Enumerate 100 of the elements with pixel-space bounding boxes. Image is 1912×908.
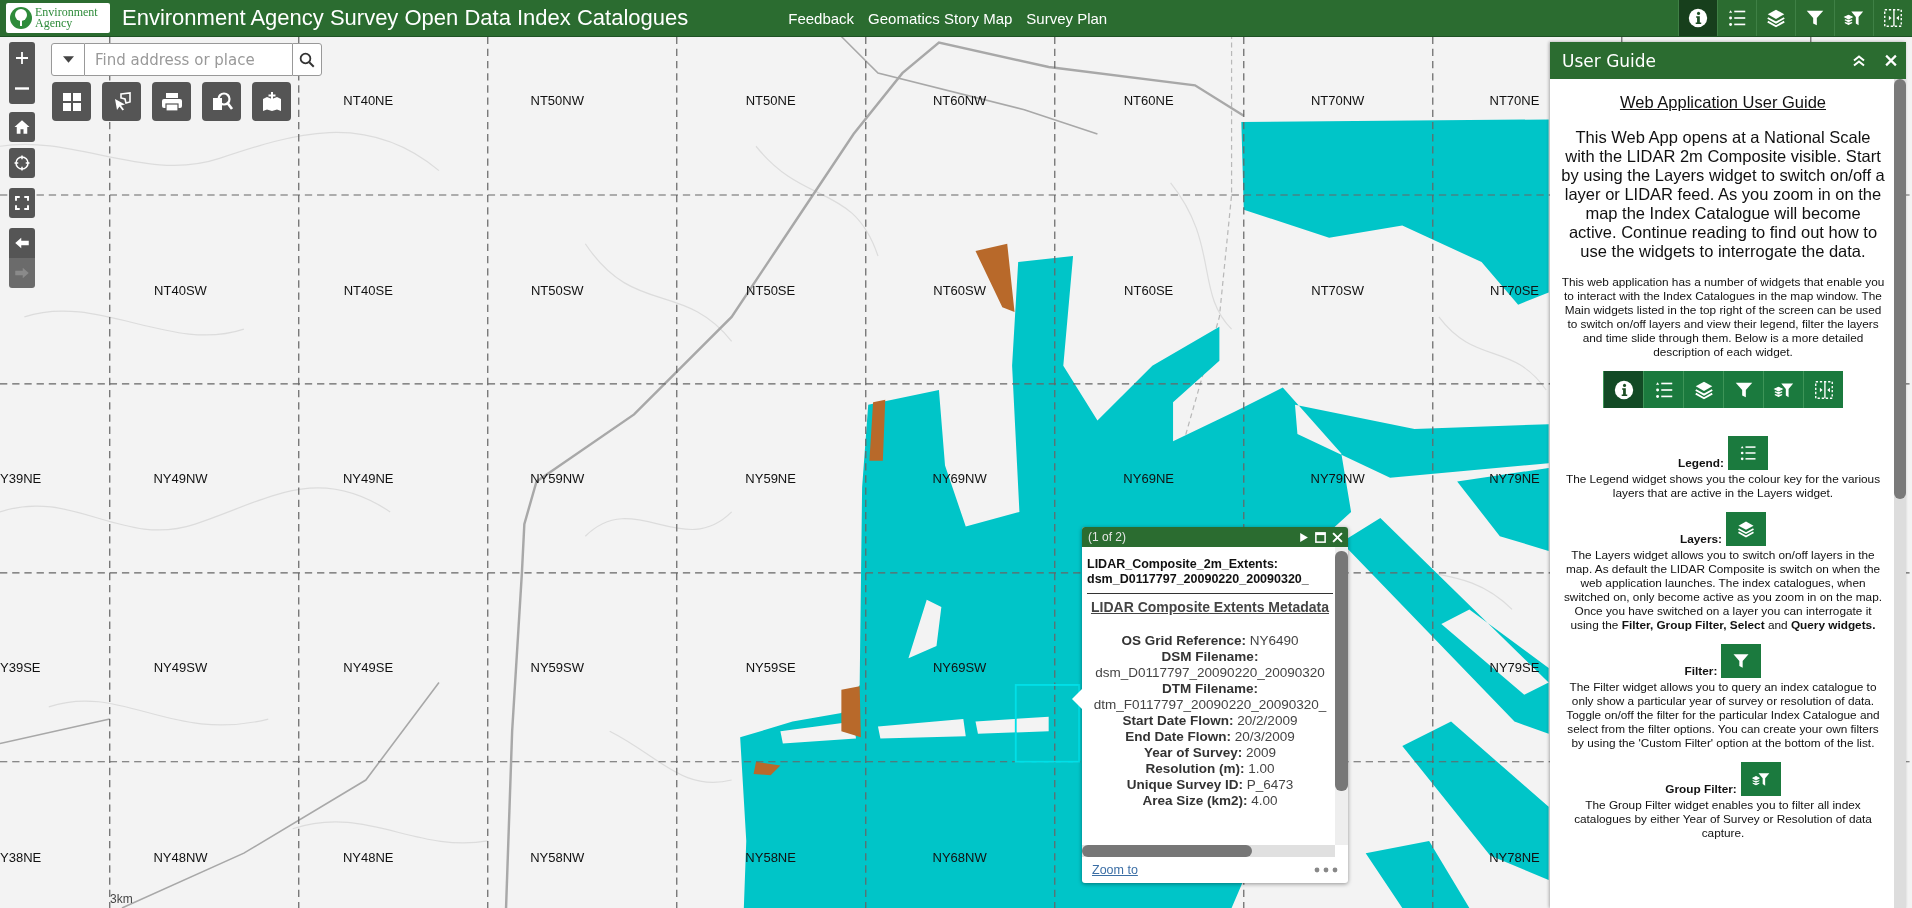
metadata-field: Resolution (m): 1.00	[1087, 761, 1333, 777]
next-button[interactable]	[1297, 530, 1310, 544]
search-input[interactable]: Find address or place	[85, 43, 292, 76]
scale-label: 3km	[110, 892, 133, 906]
metadata-field: OS Grid Reference: NY6490	[1087, 633, 1333, 649]
grid-reference-label: NT40SW	[154, 282, 207, 298]
grid-reference-label: NT40SE	[343, 282, 393, 298]
grid-reference-label: NT60SW	[933, 282, 986, 298]
split-panel-icon	[1812, 378, 1835, 401]
grid-reference-label: NT50SW	[530, 282, 584, 298]
back-button[interactable]	[9, 228, 35, 258]
fullscreen-button[interactable]	[9, 188, 35, 218]
pager-text: (1 of 2)	[1088, 530, 1126, 544]
header-link[interactable]: Survey Plan	[1026, 9, 1108, 27]
header-link[interactable]: Geomatics Story Map	[868, 9, 1013, 27]
double-chevron-up-icon	[1852, 54, 1866, 67]
widget-description: The Group Filter widget enables you to filter all index catalogues by either Year of Survey or Resolution of data capture.	[1573, 798, 1873, 840]
close-button[interactable]	[1331, 530, 1344, 544]
grid-reference-label: NY78NE	[1489, 849, 1540, 865]
grid-reference-label: NY59SE	[745, 659, 796, 675]
zoom-to-link[interactable]: Zoom to	[1092, 863, 1138, 877]
search-source-dropdown[interactable]	[51, 43, 85, 76]
section-title: LIDAR Composite Extents Metadata	[1089, 599, 1330, 615]
select-button[interactable]	[102, 82, 141, 121]
fullscreen-icon	[13, 194, 31, 212]
grid-reference-label: NY68NW	[932, 849, 987, 865]
panel-title: User Guide	[1562, 50, 1657, 71]
print-button[interactable]	[152, 82, 191, 121]
grid-reference-label: NY49NW	[153, 470, 208, 486]
add-data-button[interactable]	[252, 82, 291, 121]
grid-reference-label: NY59NE	[745, 470, 796, 486]
search-button[interactable]	[292, 43, 322, 76]
grid-reference-label: NT70NW	[1310, 92, 1365, 108]
close-button[interactable]	[1884, 54, 1898, 67]
widget-grid-button[interactable]	[52, 82, 91, 121]
metadata-field: DSM Filename: dsm_D0117797_20090220_20090320	[1087, 649, 1333, 681]
widget-label: Group Filter:	[1665, 782, 1737, 796]
header-link[interactable]: Feedback	[788, 9, 855, 27]
description-paragraph: This web application has a number of widgets that enable you to interact with the Index Catalogues in the map window. The Main widgets listed in the top right of the screen can be used to switch on/off layers and view their legend, filter the layers and time slide through them. Below is a more detailed description of each widget.	[1560, 275, 1886, 359]
info-icon	[1687, 7, 1709, 29]
grid-reference-label: Y38NE	[0, 849, 42, 865]
grid-reference-label: NY48NW	[153, 849, 208, 865]
grid-reference-label: NT70NE	[1489, 92, 1540, 108]
close-icon	[1332, 531, 1343, 543]
maximize-button[interactable]	[1314, 530, 1327, 544]
grid-reference-label: NY59NW	[530, 470, 585, 486]
grid-reference-label: NY59SW	[530, 659, 584, 675]
info-icon	[1612, 378, 1635, 401]
widget-button[interactable]	[1678, 0, 1717, 36]
grid-reference-label: NT40NE	[343, 92, 394, 108]
metadata-field: Start Date Flown: 20/2/2009	[1087, 713, 1333, 729]
widget-description: The Legend widget shows you the colour key for the various layers that are active in the Layers widget.	[1564, 472, 1882, 500]
search-icon	[298, 50, 316, 69]
zoom-out-button[interactable]	[9, 73, 35, 104]
grid-reference-label: NT50SE	[746, 282, 796, 298]
list-icon	[1726, 7, 1748, 29]
layers-icon	[1736, 519, 1756, 539]
logo: Environment Agency	[6, 3, 110, 33]
widget-description: The Layers widget allows you to switch on/off layers in the map. As default the LIDAR Composite is switch on when the web application launches. The index catalogues, when switched on, only become active as you zoom in on the map. Once you have switched on a layer you can interrogate it using the Filter, Group Filter, Select and Query widgets.	[1562, 548, 1883, 632]
grid-reference-label: Y39NE	[0, 470, 42, 486]
play-icon	[1298, 531, 1309, 543]
grid-reference-label: NT50NE	[745, 92, 796, 108]
intro-paragraph: This Web App opens at a National Scale with the LIDAR 2m Composite visible. Start by using the Layers widget to switch on/off a layer or LIDAR feed. As you zoom in on the map the Index Catalogue will become active. Continue reading to find out how to use the widgets to interrogate the data.	[1560, 128, 1886, 261]
grid-reference-label: NY49SW	[153, 659, 208, 675]
grid-reference-label: NY49SE	[343, 659, 394, 675]
grid-reference-label: NY58NW	[530, 849, 585, 865]
caret-icon	[62, 56, 74, 63]
locate-button[interactable]	[9, 148, 35, 178]
grid-reference-label: NT60NE	[1123, 92, 1174, 108]
crosshair-icon	[13, 154, 31, 172]
widget-label: Layers:	[1680, 532, 1722, 546]
home-button[interactable]	[9, 112, 35, 142]
grid-reference-label: NY48NE	[342, 849, 394, 865]
collapse-button[interactable]	[1852, 54, 1866, 67]
split-panel-icon	[1882, 7, 1904, 29]
grid-reference-label: NT60NW	[932, 92, 987, 108]
grid-reference-label: NY49NE	[342, 470, 394, 486]
metadata-field: End Date Flown: 20/3/2009	[1087, 729, 1333, 745]
metadata-field: DTM Filename: dtm_F0117797_20090220_20090320_	[1087, 681, 1333, 713]
grid-reference-label: NT50NW	[530, 92, 584, 108]
grid-reference-label: NY58NE	[745, 849, 796, 865]
widget-label: Filter:	[1684, 664, 1718, 678]
guide-heading: Web Application User Guide	[1618, 93, 1828, 112]
layers-icon	[1765, 7, 1787, 29]
more-options-icon[interactable]	[1314, 867, 1338, 873]
metadata-field: Area Size (km2): 4.00	[1087, 793, 1333, 809]
feature-title: LIDAR_Composite_2m_Extents: dsm_D0117797_20090220_20090320_	[1087, 557, 1310, 587]
grid-reference-label: NT70SW	[1311, 282, 1364, 298]
widget-label: Legend:	[1678, 456, 1724, 470]
zoom-in-button[interactable]	[9, 42, 35, 73]
grid-reference-label: NY69SW	[932, 659, 987, 675]
home-icon	[13, 118, 31, 136]
grid-reference-label: Y39SE	[0, 659, 41, 675]
metadata-field: Year of Survey: 2009	[1087, 745, 1333, 761]
app-title: Environment Agency Survey Open Data Index Catalogues	[122, 5, 689, 31]
grid-reference-label: NY79NE	[1489, 470, 1540, 486]
metadata-field: Unique Survey ID: P_6473	[1087, 777, 1333, 793]
tree-logo-icon	[9, 6, 33, 30]
widget-description: The Filter widget allows you to query an index catalogue to only show a particular year of survey or resolution of data. Toggle on/off the filter for the particular Index Catalogue and select from the filter options. You can create your own filters by using the 'Custom Filter' option at the bottom of the list.	[1565, 680, 1881, 750]
query-button[interactable]	[202, 82, 241, 121]
